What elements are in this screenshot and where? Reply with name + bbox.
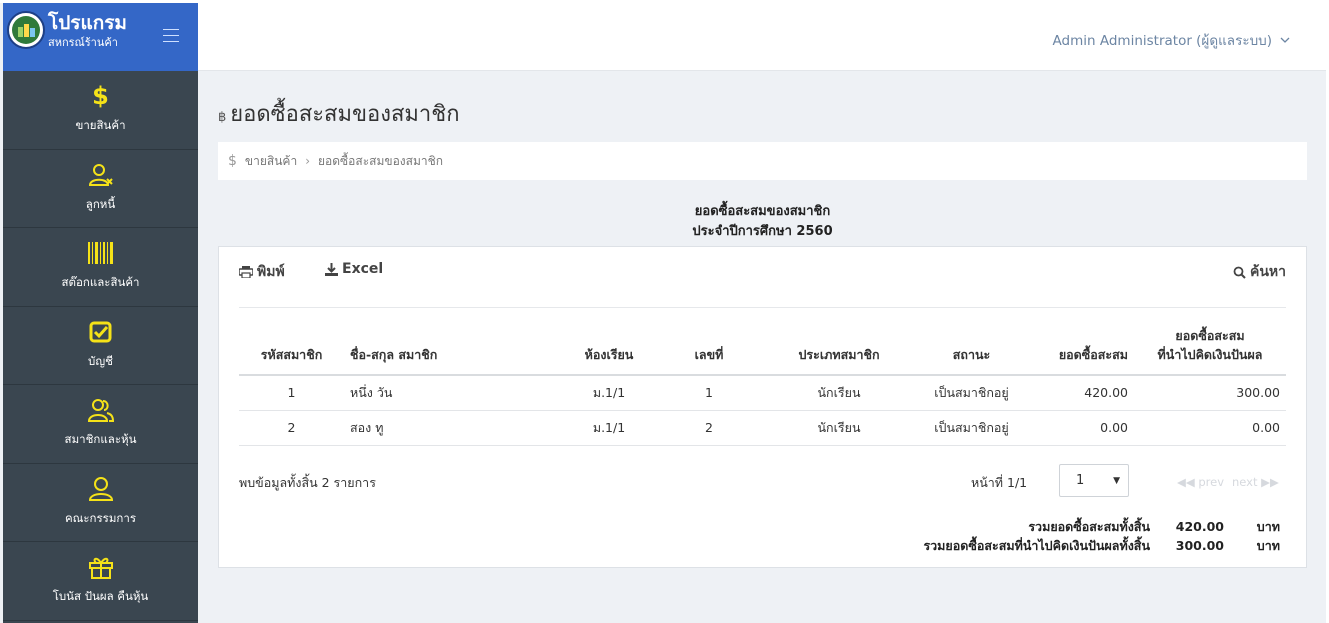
report-title: ยอดซื้อสะสมของสมาชิก <box>694 204 831 219</box>
sidebar: โปรแกรม สหกรณ์ร้านค้า $ ขายสินค้า ลูกหนี… <box>3 3 198 623</box>
excel-label: Excel <box>342 261 384 277</box>
column-header-member-type[interactable]: ประเภทสมาชิก <box>759 325 919 376</box>
cell-room: ม.1/1 <box>559 410 659 446</box>
page-select-value: 1 <box>1076 473 1085 488</box>
app-subtitle: สหกรณ์ร้านค้า <box>48 36 118 49</box>
totals-sum-label: รวมยอดซื้อสะสมทั้งสิ้น <box>1028 518 1150 534</box>
table-row[interactable]: 2 สอง ทู ม.1/1 2 นักเรียน เป็นสมาชิกอยู่… <box>239 410 1286 446</box>
user-menu[interactable]: Admin Administrator (ผู้ดูแลระบบ) <box>1053 29 1290 51</box>
top-navbar: Admin Administrator (ผู้ดูแลระบบ) <box>198 3 1326 71</box>
baht-icon: ฿ <box>218 110 227 125</box>
sidebar-item-label: สมาชิกและหุ้น <box>64 432 137 446</box>
caret-down-icon: ▼ <box>1113 475 1120 486</box>
user-x-icon <box>3 162 198 188</box>
sidebar-item-sales[interactable]: $ ขายสินค้า <box>3 71 198 150</box>
column-header-dividend-line1: ยอดซื้อสะสม <box>1175 328 1245 343</box>
search-button[interactable]: ค้นหา <box>1233 261 1286 283</box>
totals-dividend-label: รวมยอดซื้อสะสมที่นำไปคิดเงินปันผลทั้งสิ้… <box>923 537 1150 553</box>
cell-total: 0.00 <box>1024 410 1134 446</box>
next-page-link[interactable]: next ▶▶ <box>1232 475 1279 489</box>
page-title-text: ยอดซื้อสะสมของสมาชิก <box>230 102 460 127</box>
column-header-total[interactable]: ยอดซื้อสะสม <box>1024 325 1134 376</box>
cell-name: หนึ่ง วัน <box>344 375 559 411</box>
report-subtitle: ประจำปีการศึกษา 2560 <box>692 224 833 239</box>
report-panel: พิมพ์ Excel ค้นหา รหัสสมาชิก ชื่อ-สกุล ส… <box>218 246 1307 568</box>
menu-toggle-icon[interactable] <box>163 29 179 47</box>
breadcrumb-item-sales[interactable]: ขายสินค้า <box>245 152 297 171</box>
cell-dividend-total: 0.00 <box>1134 410 1286 446</box>
totals-summary: รวมยอดซื้อสะสมทั้งสิ้น 420.00 บาท รวมยอด… <box>923 517 1280 555</box>
totals-sum-value: 420.00 <box>1175 519 1224 534</box>
column-header-dividend-line2: ที่นำไปคิดเงินปันผล <box>1157 347 1263 362</box>
breadcrumb-item-current: ยอดซื้อสะสมของสมาชิก <box>318 153 444 168</box>
sidebar-item-debtors[interactable]: ลูกหนี้ <box>3 150 198 228</box>
sidebar-item-label: ลูกหนี้ <box>85 196 116 211</box>
report-heading: ยอดซื้อสะสมของสมาชิก ประจำปีการศึกษา 256… <box>218 202 1307 242</box>
totals-dividend-value: 300.00 <box>1175 538 1224 553</box>
column-header-name[interactable]: ชื่อ-สกุล สมาชิก <box>344 325 559 376</box>
dollar-icon: $ <box>228 153 237 169</box>
cell-member-type: นักเรียน <box>759 410 919 446</box>
app-logo-icon <box>7 11 45 49</box>
page-title: ฿ ยอดซื้อสะสมของสมาชิก <box>218 96 460 131</box>
totals-row-dividend: รวมยอดซื้อสะสมที่นำไปคิดเงินปันผลทั้งสิ้… <box>923 536 1280 555</box>
breadcrumb: $ ขายสินค้า › ยอดซื้อสะสมของสมาชิก <box>218 142 1307 180</box>
sidebar-item-accounting[interactable]: บัญชี <box>3 307 198 385</box>
cell-number: 1 <box>659 375 759 411</box>
breadcrumb-separator-icon: › <box>305 154 310 168</box>
dollar-icon: $ <box>92 82 109 110</box>
sidebar-item-committee[interactable]: คณะกรรมการ <box>3 464 198 542</box>
page-indicator: หน้าที่ 1/1 <box>971 475 1028 490</box>
download-icon <box>325 262 338 276</box>
column-header-dividend-total[interactable]: ยอดซื้อสะสม ที่นำไปคิดเงินปันผล <box>1134 325 1286 376</box>
excel-button[interactable]: Excel <box>325 261 383 277</box>
printer-icon <box>239 266 253 278</box>
sidebar-item-bonus[interactable]: โบนัส ปันผล คืนหุ้น <box>3 542 198 621</box>
sidebar-item-label: โบนัส ปันผล คืนหุ้น <box>52 589 149 603</box>
cell-room: ม.1/1 <box>559 375 659 411</box>
table-header-row: รหัสสมาชิก ชื่อ-สกุล สมาชิก ห้องเรียน เล… <box>239 325 1286 376</box>
sidebar-item-label: สต๊อกและสินค้า <box>61 275 140 289</box>
sidebar-item-members[interactable]: สมาชิกและหุ้น <box>3 385 198 464</box>
user-icon <box>3 476 198 502</box>
brand-header: โปรแกรม สหกรณ์ร้านค้า <box>3 3 198 71</box>
record-count: พบข้อมูลทั้งสิ้น 2 รายการ <box>239 475 376 490</box>
sidebar-item-label: คณะกรรมการ <box>64 510 137 525</box>
cell-dividend-total: 300.00 <box>1134 375 1286 411</box>
pagination: ◀◀ prev next ▶▶ <box>1177 475 1279 489</box>
totals-row-sum: รวมยอดซื้อสะสมทั้งสิ้น 420.00 บาท <box>923 517 1280 536</box>
column-header-number[interactable]: เลขที่ <box>659 325 759 376</box>
toolbar-divider <box>239 307 1286 308</box>
users-icon <box>3 397 198 423</box>
cell-status: เป็นสมาชิกอยู่ <box>919 410 1024 446</box>
cell-status: เป็นสมาชิกอยู่ <box>919 375 1024 411</box>
cell-number: 2 <box>659 410 759 446</box>
print-button[interactable]: พิมพ์ <box>239 261 285 283</box>
barcode-icon <box>3 240 198 266</box>
gift-icon <box>3 554 198 580</box>
cell-member-type: นักเรียน <box>759 375 919 411</box>
table-row[interactable]: 1 หนึ่ง วัน ม.1/1 1 นักเรียน เป็นสมาชิกอ… <box>239 375 1286 411</box>
column-header-room[interactable]: ห้องเรียน <box>559 325 659 376</box>
cell-name: สอง ทู <box>344 410 559 446</box>
page-select[interactable]: 1 ▼ <box>1059 464 1129 497</box>
column-header-member-id[interactable]: รหัสสมาชิก <box>239 325 344 376</box>
search-icon <box>1233 266 1246 279</box>
cell-member-id: 2 <box>239 410 344 446</box>
sidebar-item-label: ขายสินค้า <box>75 118 126 132</box>
chevron-down-icon <box>1280 37 1290 43</box>
prev-page-link[interactable]: ◀◀ prev <box>1177 475 1224 489</box>
sidebar-item-stock[interactable]: สต๊อกและสินค้า <box>3 228 198 307</box>
sidebar-item-label: บัญชี <box>88 353 113 368</box>
cell-total: 420.00 <box>1024 375 1134 411</box>
members-table: รหัสสมาชิก ชื่อ-สกุล สมาชิก ห้องเรียน เล… <box>239 325 1286 446</box>
user-name: Admin Administrator (ผู้ดูแลระบบ) <box>1052 33 1272 49</box>
totals-sum-unit: บาท <box>1256 518 1280 534</box>
search-label: ค้นหา <box>1249 264 1286 280</box>
column-header-status[interactable]: สถานะ <box>919 325 1024 376</box>
checkbox-icon <box>3 319 198 345</box>
print-label: พิมพ์ <box>257 264 285 280</box>
totals-dividend-unit: บาท <box>1256 537 1280 553</box>
cell-member-id: 1 <box>239 375 344 411</box>
